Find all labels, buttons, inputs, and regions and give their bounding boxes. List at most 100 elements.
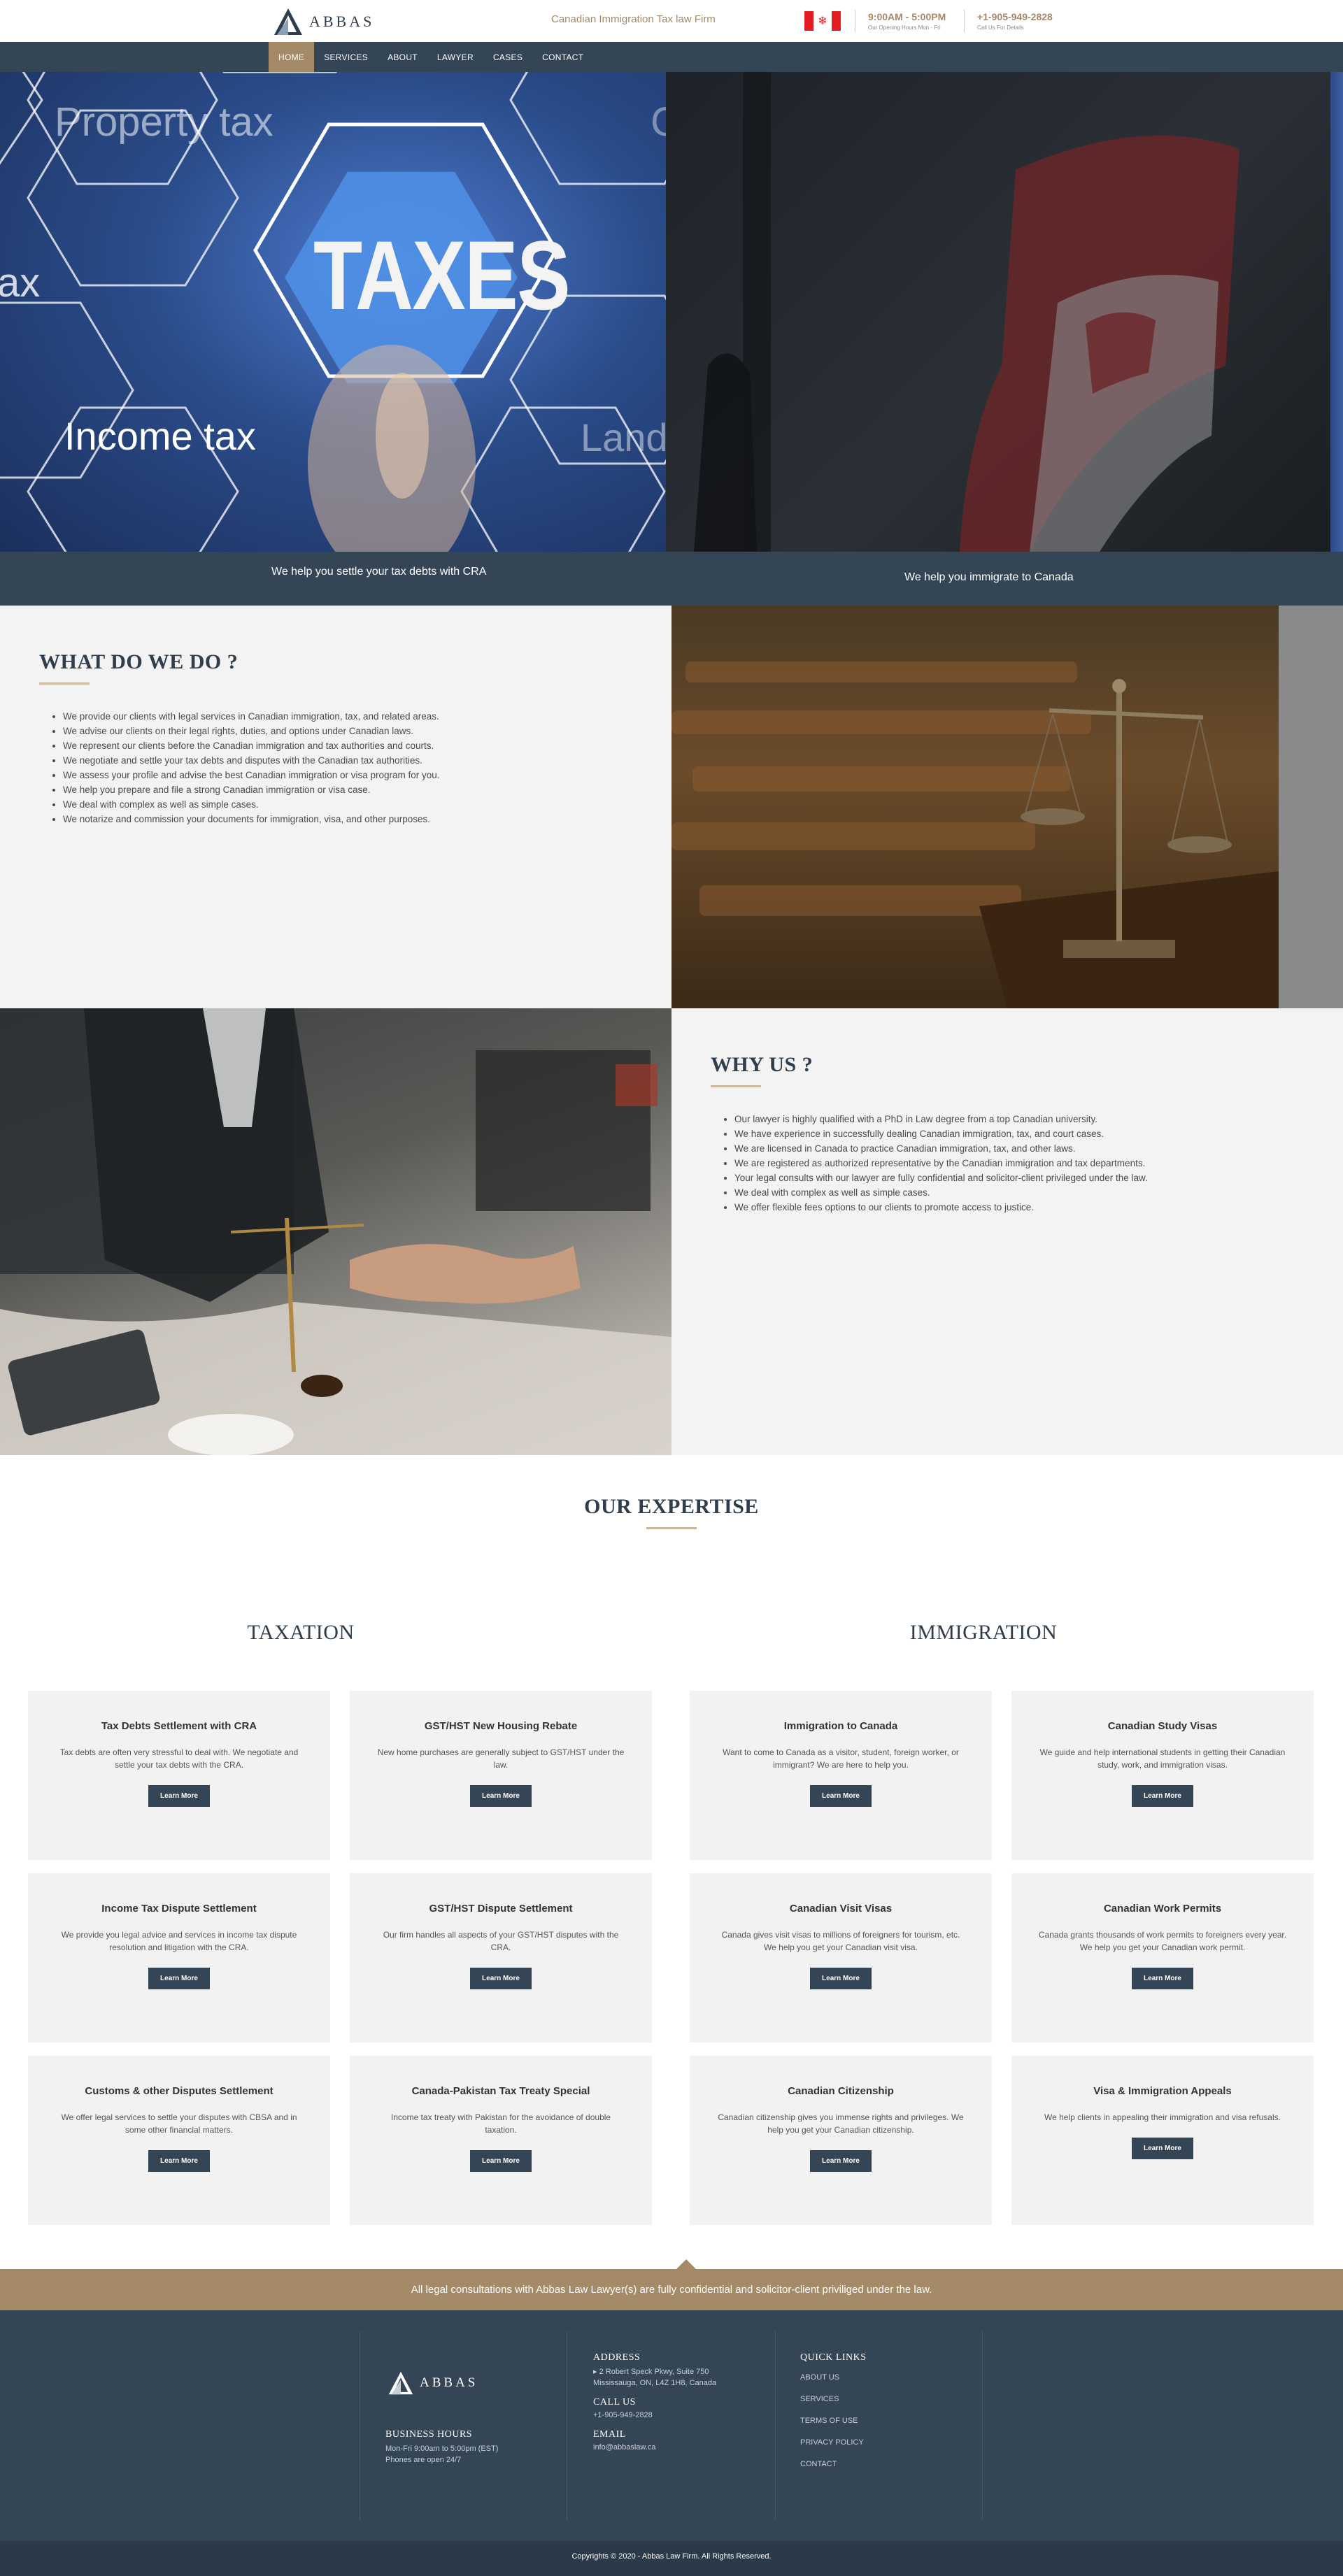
card-title: Canadian Visit Visas xyxy=(789,1903,893,1915)
card-text: Canada grants thousands of work permits … xyxy=(1038,1930,1287,1952)
title-underline xyxy=(39,682,90,685)
learn-more-button[interactable]: Learn More xyxy=(810,1785,872,1807)
learn-more-button[interactable]: Learn More xyxy=(148,1968,210,1989)
header-phone[interactable]: +1-905-949-2828 Call Us For Details xyxy=(977,11,1053,31)
header-divider xyxy=(964,10,965,32)
list-item: We assess your profile and advise the be… xyxy=(63,768,641,782)
hero-section: Property tax TAXES Income tax Land ax C … xyxy=(0,72,1343,606)
hero-word-income-tax: Income tax xyxy=(64,414,256,458)
nav-about[interactable]: ABOUT xyxy=(378,42,427,72)
handshake-image xyxy=(0,1008,672,1455)
nav-services[interactable]: SERVICES xyxy=(314,42,378,72)
card-text: Canadian citizenship gives you immense r… xyxy=(718,2112,964,2135)
address-line: ▸ 2 Robert Speck Pkwy, Suite 750 xyxy=(593,2366,761,2377)
why-us-list: Our lawyer is highly qualified with a Ph… xyxy=(711,1112,1312,1215)
canada-flag-hero-image[interactable] xyxy=(666,72,1330,552)
service-card-work-permits: Canadian Work Permits Canada grants thou… xyxy=(1011,1873,1314,2042)
scales-of-justice-graphic xyxy=(672,661,1279,1008)
flag-photo-graphic xyxy=(694,72,1239,552)
list-item: We negotiate and settle your tax debts a… xyxy=(63,753,641,768)
footer-logo[interactable]: ABBAS xyxy=(386,2370,478,2396)
business-hours-line: Phones are open 24/7 xyxy=(385,2456,462,2464)
footer-link-about[interactable]: ABOUT US xyxy=(800,2372,954,2383)
hero-word-ax: ax xyxy=(0,260,41,306)
main-nav: HOME SERVICES ABOUT LAWYER CASES CONTACT xyxy=(269,42,593,72)
expertise-heading: OUR EXPERTISE xyxy=(0,1495,1343,1529)
title-underline xyxy=(646,1527,697,1529)
card-title: Customs & other Disputes Settlement xyxy=(85,2085,273,2097)
what-we-do-title: WHAT DO WE DO ? xyxy=(39,650,239,673)
list-item: Your legal consults with our lawyer are … xyxy=(734,1171,1312,1185)
business-hours-title: BUSINESS HOURS xyxy=(385,2429,473,2440)
service-card-immigration: Immigration to Canada Want to come to Ca… xyxy=(690,1691,992,1860)
copyright-bar: Copyrights © 2020 - Abbas Law Firm. All … xyxy=(0,2541,1343,2576)
title-underline xyxy=(711,1085,761,1087)
hero-word-taxes: TAXES xyxy=(313,220,571,330)
learn-more-button[interactable]: Learn More xyxy=(810,2150,872,2172)
handshake-graphic xyxy=(0,1008,672,1455)
list-item: We provide our clients with legal servic… xyxy=(63,709,641,724)
card-text: Canada gives visit visas to millions of … xyxy=(721,1930,960,1952)
card-title: Tax Debts Settlement with CRA xyxy=(101,1720,257,1732)
hero-word-c: C xyxy=(651,99,666,145)
card-title: Canadian Work Permits xyxy=(1103,1903,1222,1915)
canada-flag-icon: ❄ xyxy=(804,11,841,31)
courtroom-image-edge xyxy=(1279,606,1343,1008)
call-title: CALL US xyxy=(593,2397,636,2407)
nav-cases[interactable]: CASES xyxy=(483,42,532,72)
hero-word-property-tax: Property tax xyxy=(55,99,273,145)
list-item: We notarize and commission your document… xyxy=(63,812,641,827)
service-card-citizenship: Canadian Citizenship Canadian citizenshi… xyxy=(690,2056,992,2225)
service-card-gst-rebate: GST/HST New Housing Rebate New home purc… xyxy=(350,1691,652,1860)
expertise-title: OUR EXPERTISE xyxy=(584,1495,759,1518)
service-card-tax-debts: Tax Debts Settlement with CRA Tax debts … xyxy=(28,1691,330,1860)
copyright-text: Copyrights © 2020 - Abbas Law Firm. All … xyxy=(571,2552,772,2561)
address-street: 2 Robert Speck Pkwy, Suite 750 xyxy=(599,2368,709,2376)
banner-text: All legal consultations with Abbas Law L… xyxy=(411,2284,932,2296)
call-value[interactable]: +1-905-949-2828 xyxy=(593,2410,761,2421)
logo-mark-icon xyxy=(388,2371,413,2395)
business-hours-line: Mon-Fri 9:00am to 5:00pm (EST) xyxy=(385,2445,499,2453)
list-item: We are licensed in Canada to practice Ca… xyxy=(734,1141,1312,1156)
learn-more-button[interactable]: Learn More xyxy=(810,1968,872,1989)
site-logo[interactable]: ABBAS xyxy=(273,7,374,36)
card-text: We help clients in appealing their immig… xyxy=(1044,2112,1281,2122)
hero-left-caption: We help you settle your tax debts with C… xyxy=(271,566,487,578)
footer-divider xyxy=(775,2331,776,2520)
learn-more-button[interactable]: Learn More xyxy=(470,2150,532,2172)
taxes-hero-image[interactable]: Property tax TAXES Income tax Land ax C xyxy=(0,72,666,552)
hero-slide-edge xyxy=(1330,72,1343,552)
card-title: Canadian Citizenship xyxy=(788,2085,894,2097)
site-footer: ABBAS BUSINESS HOURS Mon-Fri 9:00am to 5… xyxy=(0,2310,1343,2541)
footer-link-services[interactable]: SERVICES xyxy=(800,2393,954,2405)
learn-more-button[interactable]: Learn More xyxy=(1132,2138,1193,2159)
learn-more-button[interactable]: Learn More xyxy=(1132,1785,1193,1807)
learn-more-button[interactable]: Learn More xyxy=(470,1785,532,1807)
service-card-study-visas: Canadian Study Visas We guide and help i… xyxy=(1011,1691,1314,1860)
nav-home[interactable]: HOME xyxy=(269,42,315,72)
learn-more-button[interactable]: Learn More xyxy=(470,1968,532,1989)
learn-more-button[interactable]: Learn More xyxy=(1132,1968,1193,1989)
card-title: Immigration to Canada xyxy=(783,1720,898,1732)
header-phone-value[interactable]: +1-905-949-2828 xyxy=(977,11,1053,22)
opening-hours: 9:00AM - 5:00PM Our Opening Hours Mon - … xyxy=(868,11,946,31)
list-item: We help you prepare and file a strong Ca… xyxy=(63,782,641,797)
email-value[interactable]: info@abbaslaw.ca xyxy=(593,2442,761,2453)
footer-link-contact[interactable]: CONTACT xyxy=(800,2459,954,2470)
footer-link-privacy[interactable]: PRIVACY POLICY xyxy=(800,2437,954,2448)
service-card-appeals: Visa & Immigration Appeals We help clien… xyxy=(1011,2056,1314,2225)
why-us-section: WHY US ? Our lawyer is highly qualified … xyxy=(672,1008,1343,1455)
service-card-customs-disputes: Customs & other Disputes Settlement We o… xyxy=(28,2056,330,2225)
address-city: Mississauga, ON, L4Z 1H8, Canada xyxy=(593,2379,717,2387)
learn-more-button[interactable]: Learn More xyxy=(148,2150,210,2172)
header-phone-label: Call Us For Details xyxy=(977,24,1024,31)
hero-word-land: Land xyxy=(581,415,666,459)
list-item: We deal with complex as well as simple c… xyxy=(63,797,641,812)
nav-contact[interactable]: CONTACT xyxy=(532,42,593,72)
nav-lawyer[interactable]: LAWYER xyxy=(427,42,483,72)
footer-link-terms[interactable]: TERMS OF USE xyxy=(800,2415,954,2426)
banner-arrow-icon xyxy=(676,2259,696,2269)
learn-more-button[interactable]: Learn More xyxy=(148,1785,210,1807)
top-header: ABBAS Canadian Immigration Tax law Firm … xyxy=(0,0,1343,42)
card-text: Want to come to Canada as a visitor, stu… xyxy=(723,1747,959,1770)
